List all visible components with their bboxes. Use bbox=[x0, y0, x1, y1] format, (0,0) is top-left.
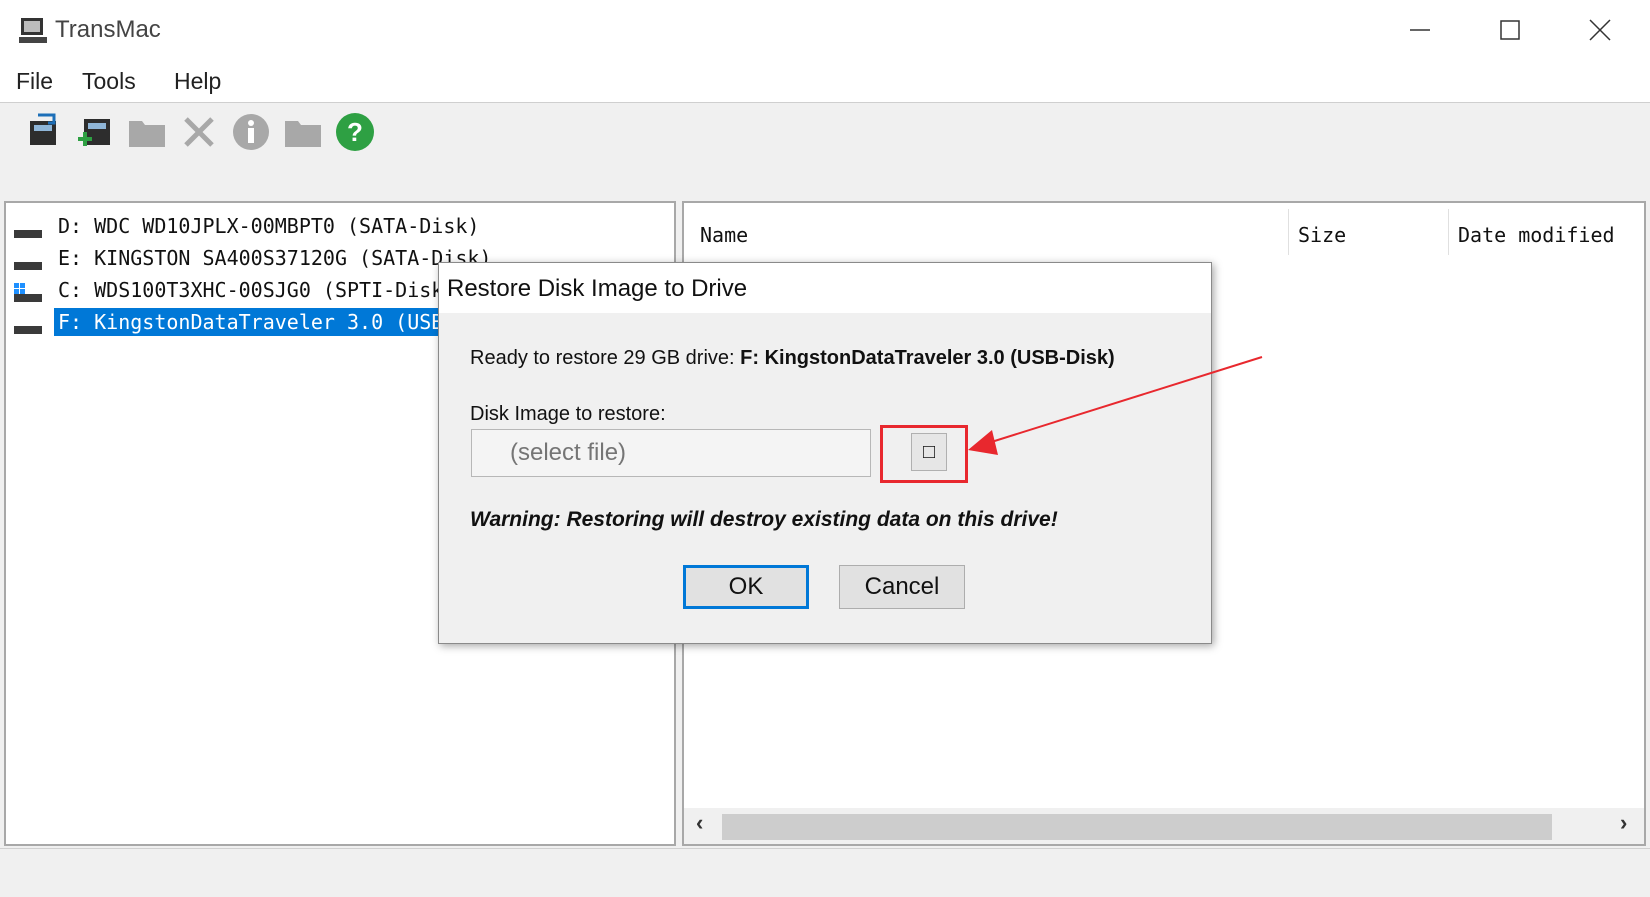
menu-bar: File Tools Help bbox=[0, 60, 1650, 103]
warning-message: Warning: Restoring will destroy existing… bbox=[470, 508, 1058, 531]
help-icon[interactable]: ? bbox=[334, 111, 376, 153]
status-bar bbox=[0, 848, 1650, 897]
cancel-button[interactable]: Cancel bbox=[839, 565, 965, 609]
drive-icon bbox=[14, 252, 42, 270]
minimize-button[interactable] bbox=[1375, 0, 1465, 60]
dialog-title-bar: Restore Disk Image to Drive bbox=[439, 263, 1211, 313]
drive-icon bbox=[14, 316, 42, 334]
restore-disk-image-dialog: Restore Disk Image to Drive Ready to res… bbox=[438, 262, 1212, 644]
maximize-button[interactable] bbox=[1465, 0, 1555, 60]
restore-disk-image-icon[interactable] bbox=[24, 111, 66, 153]
disk-image-file-input[interactable] bbox=[471, 429, 871, 477]
column-divider[interactable] bbox=[1448, 209, 1449, 255]
ok-button[interactable]: OK bbox=[683, 565, 809, 609]
svg-text:?: ? bbox=[347, 117, 363, 147]
ready-message: Ready to restore 29 GB drive: F: Kingsto… bbox=[470, 347, 1115, 370]
window-title: TransMac bbox=[55, 16, 161, 43]
drive-item-c[interactable]: C: WDS100T3XHC-00SJG0 (SPTI-Disk) bbox=[14, 275, 459, 305]
add-drive-icon[interactable] bbox=[74, 111, 116, 153]
delete-icon[interactable] bbox=[178, 111, 220, 153]
scroll-right-icon[interactable]: › bbox=[1620, 810, 1627, 836]
menu-tools[interactable]: Tools bbox=[82, 68, 136, 95]
title-bar: TransMac bbox=[0, 0, 1650, 60]
annotation-highlight-box bbox=[880, 425, 968, 483]
menu-file[interactable]: File bbox=[16, 68, 53, 95]
column-header-date-modified[interactable]: Date modified bbox=[1458, 213, 1615, 257]
scrollbar-thumb[interactable] bbox=[722, 814, 1552, 840]
dialog-title: Restore Disk Image to Drive bbox=[447, 275, 748, 302]
column-divider[interactable] bbox=[1288, 209, 1289, 255]
disk-image-field-label: Disk Image to restore: bbox=[470, 403, 666, 425]
info-icon[interactable] bbox=[230, 111, 272, 153]
drive-label: D: WDC WD10JPLX-00MBPT0 (SATA-Disk) bbox=[58, 214, 480, 238]
column-header-name[interactable]: Name bbox=[700, 213, 748, 257]
maximize-icon bbox=[1500, 20, 1520, 40]
system-drive-icon bbox=[14, 283, 42, 302]
drive-item-d[interactable]: D: WDC WD10JPLX-00MBPT0 (SATA-Disk) bbox=[14, 211, 483, 241]
ready-message-drive: F: KingstonDataTraveler 3.0 (USB-Disk) bbox=[740, 347, 1115, 369]
drive-label: E: KINGSTON SA400S37120G (SATA-Disk) bbox=[58, 246, 492, 270]
horizontal-scrollbar[interactable]: ‹ › bbox=[684, 808, 1644, 844]
close-icon bbox=[1589, 19, 1611, 41]
menu-help[interactable]: Help bbox=[174, 68, 221, 95]
transmac-app-icon bbox=[19, 18, 47, 43]
folder-icon[interactable] bbox=[126, 111, 168, 153]
drive-icon bbox=[14, 220, 42, 238]
close-button[interactable] bbox=[1555, 0, 1645, 60]
ready-message-prefix: Ready to restore 29 GB drive: bbox=[470, 347, 741, 369]
toolbar: ? bbox=[0, 103, 1650, 199]
folder-icon[interactable] bbox=[282, 111, 324, 153]
minimize-icon bbox=[1410, 29, 1430, 31]
column-header-size[interactable]: Size bbox=[1298, 213, 1346, 257]
drive-label: C: WDS100T3XHC-00SJG0 (SPTI-Disk) bbox=[58, 278, 456, 302]
scroll-left-icon[interactable]: ‹ bbox=[696, 810, 703, 836]
drive-item-e[interactable]: E: KINGSTON SA400S37120G (SATA-Disk) bbox=[14, 243, 495, 273]
